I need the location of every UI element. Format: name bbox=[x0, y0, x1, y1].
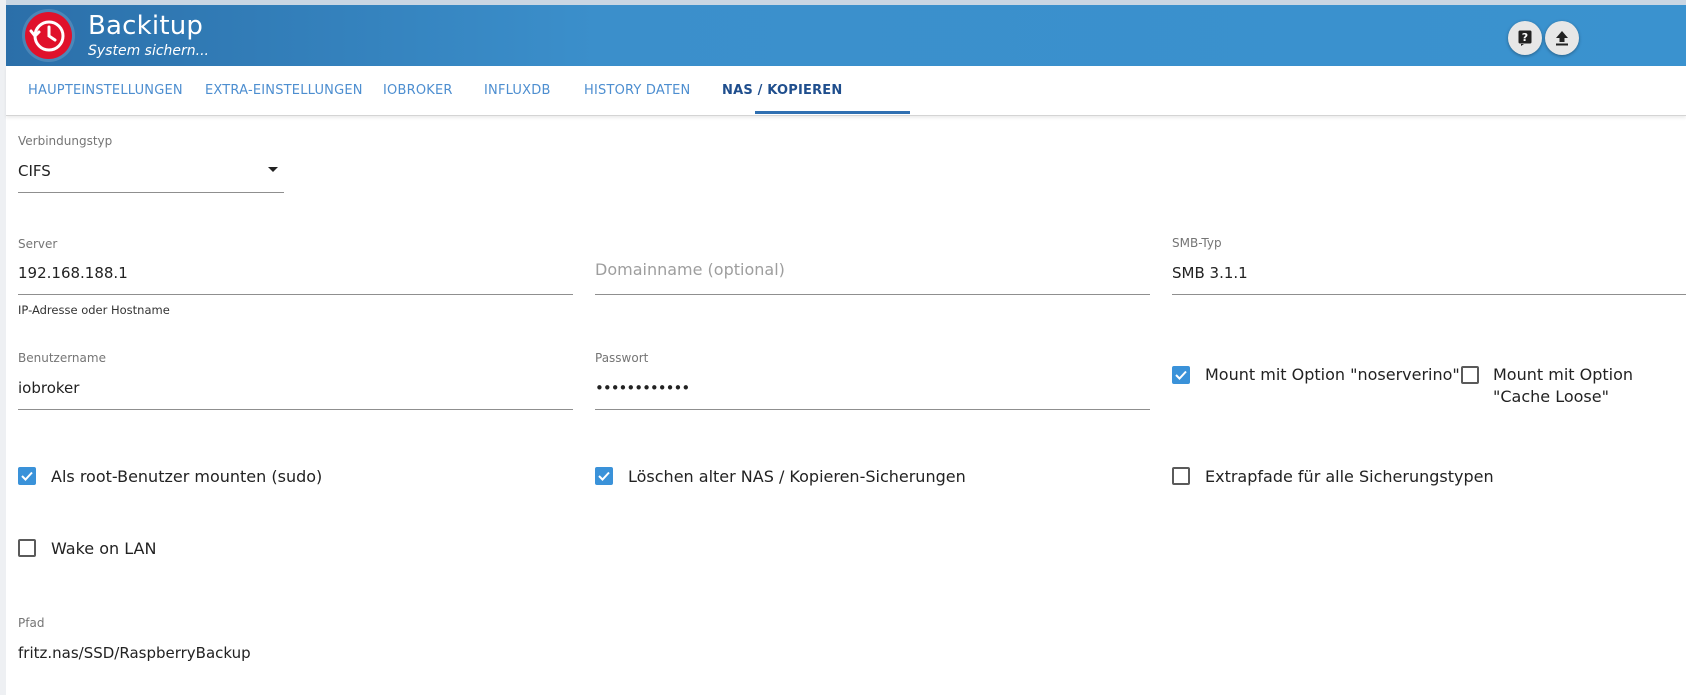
tab-iobroker[interactable]: IOBROKER bbox=[383, 66, 453, 115]
tab-bar: HAUPTEINSTELLUNGEN EXTRA-EINSTELLUNGEN I… bbox=[6, 66, 1686, 116]
path-label: Pfad bbox=[18, 616, 45, 630]
help-icon: ? bbox=[1518, 30, 1532, 46]
tab-influxdb[interactable]: INFLUXDB bbox=[484, 66, 551, 115]
upload-button[interactable] bbox=[1545, 21, 1579, 55]
sudo-label: Als root-Benutzer mounten (sudo) bbox=[51, 467, 323, 486]
chevron-down-icon[interactable] bbox=[267, 166, 279, 174]
server-helper-text: IP-Adresse oder Hostname bbox=[18, 303, 170, 317]
password-label: Passwort bbox=[595, 351, 649, 365]
checkmark-icon bbox=[1175, 370, 1187, 380]
smb-type-select[interactable]: SMB 3.1.1 bbox=[1172, 264, 1248, 282]
app-title: Backitup bbox=[88, 11, 204, 41]
smb-type-label: SMB-Typ bbox=[1172, 236, 1222, 250]
wake-on-lan-checkbox[interactable] bbox=[18, 539, 36, 557]
app-subtitle: System sichern... bbox=[88, 43, 210, 59]
delete-old-checkbox[interactable] bbox=[595, 467, 613, 485]
server-underline bbox=[18, 294, 573, 295]
domain-underline bbox=[595, 294, 1150, 295]
checkmark-icon bbox=[598, 471, 610, 481]
connection-type-select[interactable]: CIFS bbox=[18, 162, 51, 180]
smb-type-underline bbox=[1172, 294, 1686, 295]
noserverino-checkbox[interactable] bbox=[1172, 366, 1190, 384]
backitup-logo-icon bbox=[25, 12, 72, 59]
help-button[interactable]: ? bbox=[1508, 21, 1542, 55]
username-label: Benutzername bbox=[18, 351, 106, 365]
tab-history-daten[interactable]: HISTORY DATEN bbox=[584, 66, 690, 115]
delete-old-label: Löschen alter NAS / Kopieren-Sicherungen bbox=[628, 467, 966, 486]
path-input[interactable]: fritz.nas/SSD/RaspberryBackup bbox=[18, 644, 251, 662]
password-input[interactable]: •••••••••••• bbox=[595, 379, 690, 397]
wake-on-lan-label: Wake on LAN bbox=[51, 539, 157, 558]
sudo-checkbox[interactable] bbox=[18, 467, 36, 485]
username-input[interactable]: iobroker bbox=[18, 379, 79, 397]
domain-input[interactable]: Domainname (optional) bbox=[595, 260, 785, 279]
connection-type-underline bbox=[18, 192, 284, 193]
active-tab-indicator bbox=[755, 111, 910, 114]
password-underline bbox=[595, 409, 1150, 410]
tab-nas-kopieren[interactable]: NAS / KOPIEREN bbox=[722, 66, 842, 115]
tab-haupteinstellungen[interactable]: HAUPTEINSTELLUNGEN bbox=[28, 66, 183, 115]
checkmark-icon bbox=[21, 471, 33, 481]
cache-loose-label: Mount mit Option "Cache Loose" bbox=[1493, 365, 1634, 406]
noserverino-label: Mount mit Option "noserverino" bbox=[1205, 365, 1460, 384]
server-input[interactable]: 192.168.188.1 bbox=[18, 264, 128, 282]
username-underline bbox=[18, 409, 573, 410]
tab-extra-einstellungen[interactable]: EXTRA-EINSTELLUNGEN bbox=[205, 66, 363, 115]
svg-text:?: ? bbox=[1522, 31, 1528, 44]
extrapaths-checkbox[interactable] bbox=[1172, 467, 1190, 485]
upload-icon bbox=[1556, 31, 1568, 46]
server-label: Server bbox=[18, 237, 58, 251]
connection-type-label: Verbindungstyp bbox=[18, 134, 113, 148]
extrapaths-label: Extrapfade für alle Sicherungstypen bbox=[1205, 467, 1494, 486]
app-header: Backitup System sichern... ? bbox=[6, 5, 1686, 66]
cache-loose-checkbox[interactable] bbox=[1461, 366, 1479, 384]
